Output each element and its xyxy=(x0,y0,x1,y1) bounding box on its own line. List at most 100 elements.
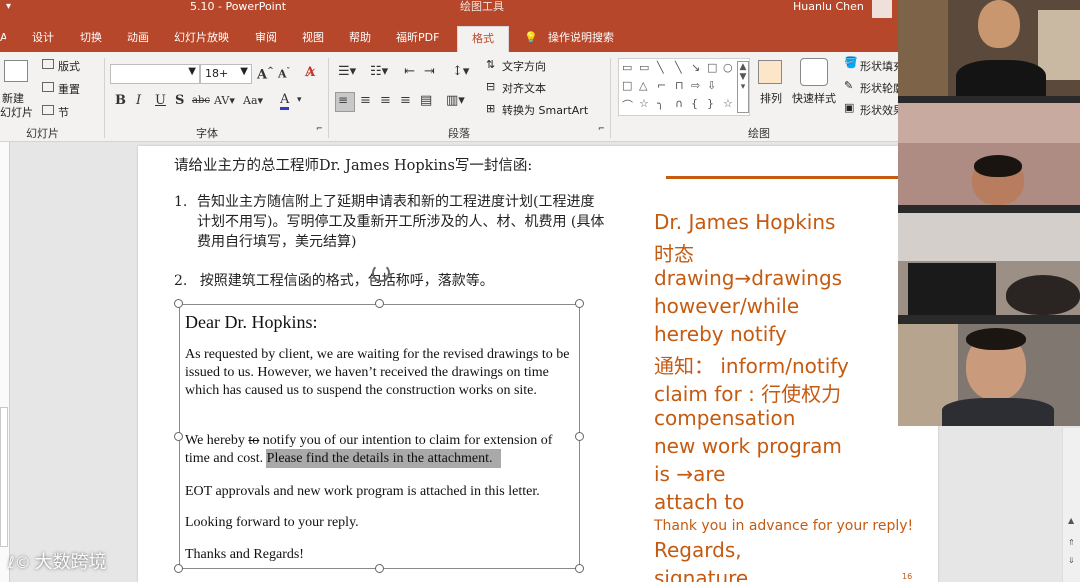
chevron-down-icon[interactable]: ▾ xyxy=(297,95,302,105)
video-tile[interactable] xyxy=(898,324,1080,426)
arrow-shape-icon[interactable]: ↘ xyxy=(691,61,700,74)
text-direction-button[interactable]: 文字方向 xyxy=(502,58,546,74)
rect-shape-icon[interactable]: □ xyxy=(707,61,717,74)
resize-handle[interactable] xyxy=(375,299,384,308)
justify-icon[interactable]: ≡ xyxy=(400,93,411,108)
line-spacing-icon[interactable]: ↕▾ xyxy=(452,64,469,79)
strikethrough-icon[interactable]: abc xyxy=(192,95,210,106)
slide-thumbnail[interactable] xyxy=(0,407,8,547)
star-shape-icon[interactable]: ☆ xyxy=(723,97,733,110)
tab-foxit-pdf[interactable]: 福昕PDF xyxy=(396,30,439,46)
section-button[interactable]: 节 xyxy=(58,104,69,120)
next-slide-icon[interactable]: ⇓ xyxy=(1068,556,1075,565)
italic-icon[interactable]: I xyxy=(136,93,141,108)
thumbnail-pane[interactable] xyxy=(0,142,10,582)
tab-format[interactable]: 格式 xyxy=(457,26,509,52)
tell-me-search[interactable]: 操作说明搜索 xyxy=(548,30,614,46)
shrink-font-icon[interactable]: Aˇ xyxy=(278,66,290,81)
change-case-icon[interactable]: Aa▾ xyxy=(243,94,263,107)
resize-handle[interactable] xyxy=(575,564,584,573)
align-center-icon[interactable]: ≡ xyxy=(360,93,371,108)
char-spacing-icon[interactable]: AV▾ xyxy=(214,94,235,107)
new-slide-label-2[interactable]: 幻灯片 xyxy=(0,104,33,120)
tab-transitions[interactable]: 切换 xyxy=(80,30,102,46)
font-name-box[interactable]: ▼ xyxy=(110,64,200,84)
curve-shape-icon[interactable]: ╮ xyxy=(657,97,664,110)
brace-shape-icon[interactable]: { xyxy=(691,97,698,110)
oval-shape-icon[interactable]: ○ xyxy=(723,61,733,74)
line-shape-icon[interactable]: ╲ xyxy=(657,61,664,74)
tab-slideshow[interactable]: 幻灯片放映 xyxy=(174,30,229,46)
smartart-icon: ⊞ xyxy=(486,102,496,115)
decrease-indent-icon[interactable]: ⇤ xyxy=(404,64,415,79)
arrange-icon[interactable] xyxy=(758,60,782,84)
bullets-icon[interactable]: ☰▾ xyxy=(338,64,356,79)
user-name[interactable]: Huanlu Chen xyxy=(793,0,864,14)
resize-handle[interactable] xyxy=(375,564,384,573)
numbering-icon[interactable]: ☷▾ xyxy=(370,64,388,79)
align-text-button[interactable]: 对齐文本 xyxy=(502,80,546,96)
quick-styles-button[interactable]: 快速样式 xyxy=(792,90,836,106)
layout-button[interactable]: 版式 xyxy=(58,58,80,74)
shapes-gallery[interactable]: ▭ ▭ ╲ ╲ ↘ □ ○ □ △ ⌐ ⊓ ⇨ ⇩ ⌒ ☆ ╮ ∩ { } ☆ … xyxy=(618,58,750,116)
font-color-icon[interactable]: A xyxy=(280,92,290,110)
arrange-button[interactable]: 排列 xyxy=(760,90,782,106)
tab-partial[interactable]: A xyxy=(0,30,6,46)
distributed-icon[interactable]: ▤ xyxy=(420,93,432,108)
rotate-handle-icon[interactable] xyxy=(372,264,390,282)
lightbulb-icon[interactable]: 💡 xyxy=(524,30,538,46)
corner-shape-icon[interactable]: ⌐ xyxy=(657,79,666,92)
note-line: 通知： inform/notify xyxy=(654,354,849,378)
increase-indent-icon[interactable]: ⇥ xyxy=(424,64,435,79)
dialog-launcher-icon[interactable]: ⌐ xyxy=(316,124,323,133)
shape-icon[interactable]: ⊓ xyxy=(675,79,684,92)
video-tile[interactable] xyxy=(898,0,1080,96)
grow-font-icon[interactable]: A^ xyxy=(257,65,274,82)
dialog-launcher-icon[interactable]: ⌐ xyxy=(598,124,605,133)
font-size-box[interactable]: 18+ ▼ xyxy=(200,64,252,84)
tab-help[interactable]: 帮助 xyxy=(349,30,371,46)
slide-canvas[interactable]: 请给业主方的总工程师Dr. James Hopkins写一封信函: 1. 告知业… xyxy=(138,146,938,582)
resize-handle[interactable] xyxy=(575,299,584,308)
triangle-shape-icon[interactable]: △ xyxy=(639,79,647,92)
brace-shape-icon[interactable]: } xyxy=(707,97,714,110)
new-slide-icon[interactable] xyxy=(4,60,28,82)
avatar[interactable] xyxy=(872,0,892,18)
arrow-down-shape-icon[interactable]: ⇩ xyxy=(707,79,716,92)
prev-slide-icon[interactable]: ⇑ xyxy=(1068,538,1075,547)
vertical-scrollbar[interactable]: ▲ ⇑ ⇓ xyxy=(1062,428,1080,582)
clear-format-icon[interactable]: A̷ xyxy=(305,65,315,80)
align-right-icon[interactable]: ≡ xyxy=(380,93,391,108)
quick-styles-icon[interactable] xyxy=(800,58,828,86)
task-item-2: 2. 按照建筑工程信函的格式，包括称呼，落款等。 xyxy=(174,270,494,290)
underline-icon[interactable]: U xyxy=(155,93,166,108)
tab-animations[interactable]: 动画 xyxy=(127,30,149,46)
textbox-shape-icon[interactable]: ▭ xyxy=(622,61,632,74)
shape-icon[interactable]: ☆ xyxy=(639,97,649,110)
scroll-up-icon[interactable]: ▲ xyxy=(1068,516,1074,525)
gallery-scroll[interactable]: ▲ ▼ ▾ xyxy=(737,61,749,113)
smartart-button[interactable]: 转换为 SmartArt xyxy=(502,102,588,118)
tab-design[interactable]: 设计 xyxy=(32,30,54,46)
resize-handle[interactable] xyxy=(174,432,183,441)
reset-button[interactable]: 重置 xyxy=(58,81,80,97)
textbox-shape-icon[interactable]: ▭ xyxy=(639,61,649,74)
text-shadow-icon[interactable]: S xyxy=(175,93,184,108)
tab-view[interactable]: 视图 xyxy=(302,30,324,46)
rect-shape-icon[interactable]: □ xyxy=(622,79,632,92)
arrow-right-shape-icon[interactable]: ⇨ xyxy=(691,79,700,92)
accent-line xyxy=(666,176,912,179)
shape-icon[interactable]: ⌒ xyxy=(622,97,633,113)
video-tile[interactable] xyxy=(898,103,1080,205)
line-shape-icon[interactable]: ╲ xyxy=(675,61,682,74)
curve-shape-icon[interactable]: ∩ xyxy=(675,97,683,110)
video-tile[interactable] xyxy=(898,213,1080,315)
fill-icon: 🪣 xyxy=(844,56,858,69)
resize-handle[interactable] xyxy=(575,432,584,441)
tab-review[interactable]: 审阅 xyxy=(255,30,277,46)
resize-handle[interactable] xyxy=(174,299,183,308)
columns-icon[interactable]: ▥▾ xyxy=(446,93,465,108)
resize-handle[interactable] xyxy=(174,564,183,573)
quick-access-icon[interactable]: ▾ xyxy=(6,0,11,14)
bold-icon[interactable]: B xyxy=(115,93,126,108)
